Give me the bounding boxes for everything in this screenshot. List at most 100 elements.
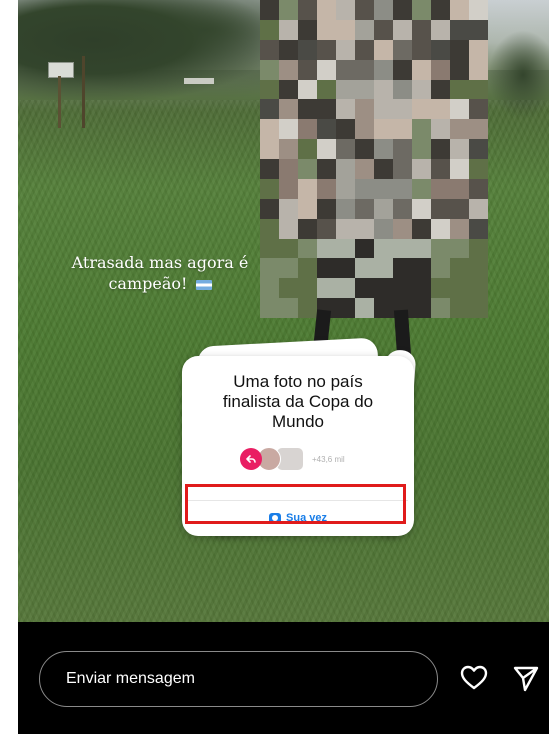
pixel-block bbox=[317, 159, 336, 179]
pixel-block bbox=[393, 198, 412, 219]
pixel-block bbox=[336, 238, 355, 259]
pixel-block bbox=[450, 79, 469, 100]
pixel-block bbox=[317, 178, 336, 199]
pixel-block bbox=[298, 79, 317, 100]
pixel-block bbox=[469, 258, 488, 279]
pixel-block bbox=[393, 278, 412, 299]
pixel-block bbox=[412, 0, 431, 20]
caption-line-2: campeão! bbox=[108, 274, 188, 293]
pixel-block bbox=[298, 178, 317, 199]
pixel-block bbox=[431, 159, 450, 179]
pixel-block bbox=[431, 39, 450, 60]
pixel-block bbox=[355, 119, 374, 140]
pixel-block bbox=[317, 0, 336, 20]
pixel-block bbox=[336, 119, 355, 140]
pixel-block bbox=[374, 218, 393, 239]
pixel-block bbox=[469, 99, 488, 120]
pixel-block bbox=[279, 99, 298, 120]
pixel-block bbox=[355, 99, 374, 120]
pixel-block bbox=[393, 99, 412, 120]
send-icon[interactable] bbox=[512, 665, 540, 693]
pixel-block bbox=[317, 59, 336, 80]
story-viewer: Atrasada mas agora é campeão! Uma foto n… bbox=[18, 0, 549, 734]
caption-line-1: Atrasada mas agora é bbox=[71, 253, 249, 272]
pixel-block bbox=[336, 99, 355, 120]
pixel-block bbox=[355, 0, 374, 20]
story-footer bbox=[18, 622, 549, 734]
pixel-block bbox=[355, 139, 374, 159]
pixelated-person bbox=[260, 0, 488, 318]
pixel-block bbox=[298, 19, 317, 40]
park-bench bbox=[184, 78, 214, 84]
pixel-block bbox=[260, 298, 279, 318]
pixel-block bbox=[336, 139, 355, 159]
pixel-block bbox=[279, 79, 298, 100]
pixel-block bbox=[279, 19, 298, 40]
sticker-participants[interactable]: +43,6 mil bbox=[240, 447, 345, 471]
pixel-block bbox=[469, 119, 488, 140]
pixel-block bbox=[336, 178, 355, 199]
pixel-block bbox=[450, 139, 469, 159]
pixel-block bbox=[469, 218, 488, 239]
pixel-block bbox=[298, 238, 317, 259]
pixel-block bbox=[260, 178, 279, 199]
pixel-block bbox=[393, 119, 412, 140]
pixel-block bbox=[393, 258, 412, 279]
pixel-block bbox=[431, 99, 450, 120]
pixel-block bbox=[336, 298, 355, 318]
pixel-block bbox=[431, 218, 450, 239]
pixel-block bbox=[336, 258, 355, 279]
pixel-block bbox=[355, 298, 374, 318]
heart-icon[interactable] bbox=[460, 665, 488, 691]
pixel-block bbox=[279, 139, 298, 159]
pixel-block bbox=[317, 278, 336, 299]
pixel-block bbox=[260, 119, 279, 140]
pixel-block bbox=[393, 39, 412, 60]
pixel-block bbox=[298, 278, 317, 299]
pixel-block bbox=[336, 218, 355, 239]
pixel-block bbox=[355, 258, 374, 279]
pixel-block bbox=[260, 59, 279, 80]
pixel-block bbox=[317, 39, 336, 60]
pixel-block bbox=[260, 99, 279, 120]
pixel-block bbox=[298, 139, 317, 159]
pixel-block bbox=[336, 79, 355, 100]
pixel-block bbox=[412, 139, 431, 159]
pixel-block bbox=[431, 79, 450, 100]
pixel-block bbox=[469, 198, 488, 219]
park-sign bbox=[48, 62, 74, 78]
pixel-block bbox=[469, 298, 488, 318]
pixel-block bbox=[450, 119, 469, 140]
pixel-block bbox=[336, 278, 355, 299]
pixel-block bbox=[431, 119, 450, 140]
pixel-block bbox=[412, 218, 431, 239]
pixel-block bbox=[355, 39, 374, 60]
pixel-block bbox=[393, 238, 412, 259]
highlight-box bbox=[185, 484, 406, 524]
pixel-block bbox=[260, 198, 279, 219]
pixel-block bbox=[260, 19, 279, 40]
park-sapling bbox=[82, 56, 85, 128]
pixel-block bbox=[469, 139, 488, 159]
pixel-block bbox=[355, 178, 374, 199]
message-input[interactable] bbox=[39, 651, 438, 707]
pixel-block bbox=[374, 258, 393, 279]
pixel-block bbox=[336, 159, 355, 179]
pixel-block bbox=[317, 79, 336, 100]
pixel-block bbox=[412, 79, 431, 100]
pixel-block bbox=[355, 19, 374, 40]
pixel-block bbox=[279, 278, 298, 299]
pixel-block bbox=[279, 119, 298, 140]
pixel-block bbox=[374, 119, 393, 140]
pixel-block bbox=[279, 198, 298, 219]
pixel-block bbox=[469, 59, 488, 80]
pixel-block bbox=[431, 198, 450, 219]
pixel-block bbox=[431, 178, 450, 199]
pixel-block bbox=[450, 258, 469, 279]
pixel-block bbox=[260, 159, 279, 179]
pixel-block bbox=[374, 159, 393, 179]
pixel-block bbox=[336, 59, 355, 80]
pixel-block bbox=[450, 198, 469, 219]
pixel-block bbox=[260, 258, 279, 279]
pixel-block bbox=[469, 159, 488, 179]
